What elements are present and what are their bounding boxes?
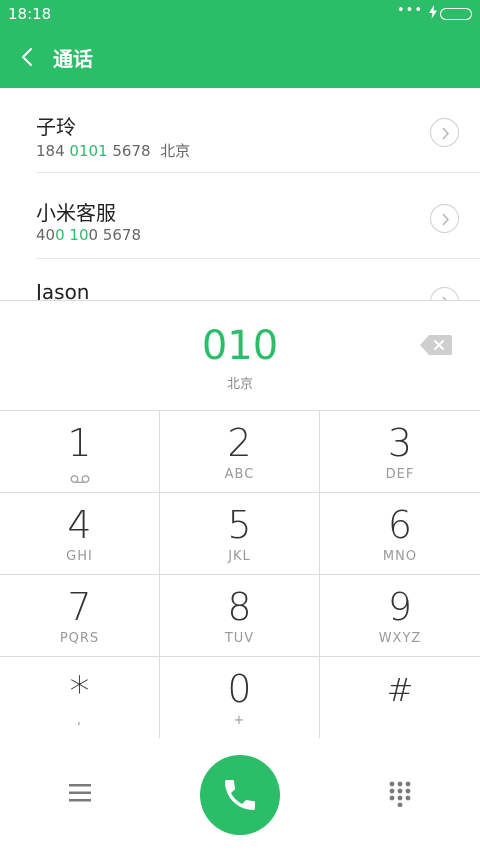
divider [36, 258, 480, 259]
key-9[interactable]: 9 WXYZ [320, 575, 480, 657]
key-4[interactable]: 4 GHI [0, 493, 160, 575]
contact-name: 小米客服 [36, 201, 116, 225]
page-title: 通话 [53, 47, 93, 71]
key-2[interactable]: 2 ABC [160, 411, 320, 493]
divider [36, 172, 480, 173]
call-button[interactable] [200, 755, 280, 835]
number-entry: 010 北京 [0, 300, 480, 410]
dialed-number: 010 [201, 323, 279, 369]
voicemail-icon [70, 469, 90, 483]
contact-number: 400 100 5678 [36, 226, 141, 244]
list-item[interactable]: Jason [0, 260, 480, 301]
number-location: 北京 [226, 377, 253, 392]
status-dots: ••• [396, 3, 423, 18]
key-8[interactable]: 8 TUV [160, 575, 320, 657]
contact-detail-button[interactable] [430, 204, 459, 233]
app-header: 18:18 ••• 通话 [0, 0, 480, 88]
charging-icon [428, 4, 438, 23]
contact-detail-button[interactable] [430, 287, 459, 301]
key-3[interactable]: 3 DEF [320, 411, 480, 493]
status-bar: 18:18 ••• [0, 0, 480, 28]
contact-number: 184 0101 5678 北京 [36, 142, 191, 160]
key-5[interactable]: 5 JKL [160, 493, 320, 575]
contact-location: 北京 [160, 142, 191, 160]
dial-keypad: 1 2 ABC 3 DEF 4 GHI 5 JKL 6 MNO 7 PQRS 8… [0, 410, 480, 739]
phone-icon [225, 780, 255, 810]
backspace-icon[interactable] [420, 335, 452, 355]
key-7[interactable]: 7 PQRS [0, 575, 160, 657]
key-hash[interactable]: # [320, 657, 480, 739]
menu-icon[interactable] [69, 783, 91, 803]
key-6[interactable]: 6 MNO [320, 493, 480, 575]
back-arrow-icon[interactable] [18, 44, 40, 70]
key-star[interactable]: * , [0, 657, 160, 739]
contact-suggestion-list: 子玲 184 0101 5678 北京 小米客服 400 100 5678 Ja… [0, 88, 480, 301]
list-item[interactable]: 子玲 184 0101 5678 北京 [0, 88, 480, 173]
key-0[interactable]: 0 + [160, 657, 320, 739]
contact-name: 子玲 [36, 115, 76, 139]
status-time: 18:18 [8, 5, 52, 23]
battery-icon [440, 8, 472, 20]
bottom-action-bar [0, 738, 480, 853]
dialpad-icon[interactable] [388, 781, 412, 808]
list-item[interactable]: 小米客服 400 100 5678 [0, 174, 480, 259]
contact-name: Jason [36, 280, 90, 301]
key-1[interactable]: 1 [0, 411, 160, 493]
contact-detail-button[interactable] [430, 118, 459, 147]
